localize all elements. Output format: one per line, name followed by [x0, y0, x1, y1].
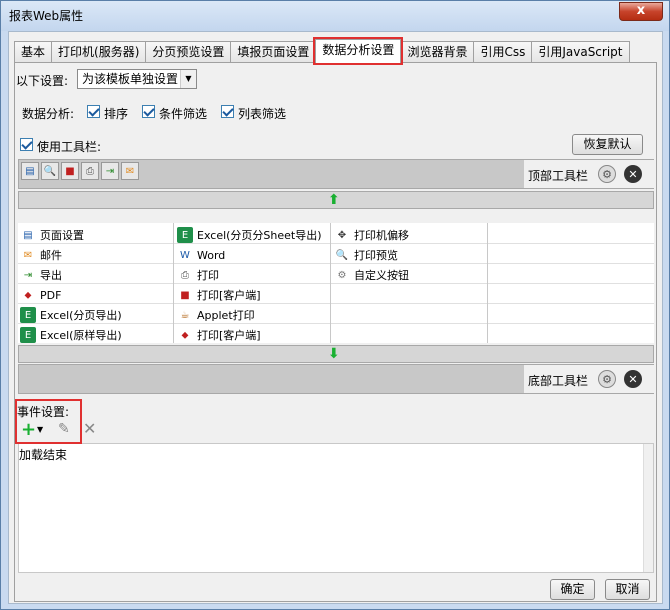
ok-button[interactable]: 确定 [550, 579, 595, 600]
delete-icon[interactable]: ✕ [83, 419, 96, 438]
sort-checkbox[interactable] [87, 105, 100, 118]
bottom-toolbar-label: 底部工具栏 [528, 374, 589, 388]
bottom-toolbar: 底部工具栏 ⚙ ✕ [18, 364, 655, 394]
print-icon: ⎙ [181, 269, 189, 281]
arrow-down-icon: ⬇ [328, 346, 340, 362]
tab-fill-page[interactable]: 填报页面设置 [230, 41, 317, 63]
dialog-window: 报表Web属性 x 基本 打印机(服务器) 分页预览设置 填报页面设置 数据分析… [0, 0, 670, 610]
list-item[interactable]: 加载结束 [19, 446, 67, 463]
tab-data-analysis[interactable]: 数据分析设置 [313, 37, 404, 65]
tab-javascript[interactable]: 引用JavaScript [531, 41, 630, 63]
applet-icon: ☕ [180, 309, 190, 321]
use-toolbar-checkbox[interactable] [20, 138, 33, 151]
title-bar: 报表Web属性 x [1, 1, 669, 31]
list-item[interactable]: ☕ Applet打印 [175, 305, 255, 325]
pdf-icon: ⬥ [24, 289, 32, 301]
export-icon: ⇥ [23, 269, 33, 281]
list-item[interactable]: E Excel(分页分Sheet导出) [175, 225, 322, 245]
flash-print-icon[interactable]: ■ [61, 162, 79, 180]
dialog-body: 基本 打印机(服务器) 分页预览设置 填报页面设置 数据分析设置 浏览器背景 引… [8, 31, 663, 604]
events-list: 加载结束 [18, 443, 654, 573]
settings-area: 以下设置: 为该模板单独设置 ▼ 数据分析: 排序 条件筛选 列表筛选 使用工具… [15, 63, 656, 601]
tab-panel: 以下设置: 为该模板单独设置 ▼ 数据分析: 排序 条件筛选 列表筛选 使用工具… [14, 62, 657, 602]
gear-icon: ⚙ [337, 269, 347, 281]
condition-filter-checkbox[interactable] [142, 105, 155, 118]
window-title: 报表Web属性 [9, 9, 84, 23]
bottom-toolbar-controls: 底部工具栏 ⚙ ✕ [524, 365, 655, 393]
sort-label: 排序 [104, 107, 129, 121]
move-icon: ✥ [337, 229, 347, 241]
close-icon[interactable]: ✕ [624, 165, 642, 183]
email-icon: ✉ [23, 249, 33, 261]
analysis-label: 数据分析: [22, 107, 75, 121]
move-up-bar[interactable]: ⬆ [18, 191, 654, 209]
scope-label: 以下设置: [16, 74, 69, 88]
print-preview-icon: 🔍 [335, 249, 349, 261]
list-item[interactable]: E Excel(原样导出) [18, 325, 122, 345]
scope-select[interactable]: 为该模板单独设置 ▼ [77, 69, 197, 89]
tab-css[interactable]: 引用Css [473, 41, 533, 63]
tab-basic[interactable]: 基本 [14, 41, 53, 63]
list-item[interactable]: ▤ 页面设置 [18, 225, 84, 245]
list-item[interactable]: ■ 打印[客户端] [175, 285, 260, 305]
list-filter-label: 列表筛选 [238, 107, 287, 121]
tab-printer-server[interactable]: 打印机(服务器) [51, 41, 147, 63]
top-toolbar-label: 顶部工具栏 [528, 169, 589, 183]
scrollbar[interactable] [643, 444, 653, 572]
restore-default-button[interactable]: 恢复默认 [572, 134, 643, 155]
gear-icon[interactable]: ⚙ [598, 370, 616, 388]
cancel-button[interactable]: 取消 [605, 579, 650, 600]
highlight-box [15, 399, 82, 444]
print-icon[interactable]: ⎙ [81, 162, 99, 180]
flash-print-icon: ■ [180, 289, 190, 301]
export-icon[interactable]: ⇥ [101, 162, 119, 180]
list-item[interactable]: 🔍 打印预览 [332, 245, 398, 265]
excel-icon: E [20, 327, 36, 343]
list-item[interactable]: ⇥ 导出 [18, 265, 62, 285]
tab-strip: 基本 打印机(服务器) 分页预览设置 填报页面设置 数据分析设置 浏览器背景 引… [14, 37, 630, 65]
list-item[interactable]: ⬥ 打印[客户端] [175, 325, 261, 345]
condition-filter-label: 条件筛选 [159, 107, 208, 121]
use-toolbar-label: 使用工具栏: [37, 140, 102, 154]
print-preview-icon[interactable]: 🔍 [41, 162, 59, 180]
pdf-print-icon: ⬥ [181, 329, 189, 341]
close-button[interactable]: x [619, 2, 663, 21]
tab-page-preview[interactable]: 分页预览设置 [145, 41, 232, 63]
arrow-up-icon: ⬆ [328, 192, 340, 208]
list-item[interactable]: ⎙ 打印 [175, 265, 219, 285]
gear-icon[interactable]: ⚙ [598, 165, 616, 183]
tab-browser-background[interactable]: 浏览器背景 [400, 41, 475, 63]
list-item[interactable]: E Excel(分页导出) [18, 305, 122, 325]
list-item[interactable]: W Word [175, 245, 225, 265]
top-toolbar-controls: 顶部工具栏 ⚙ ✕ [524, 160, 655, 188]
excel-icon: E [20, 307, 36, 323]
list-item[interactable]: ⬥ PDF [18, 285, 62, 305]
chevron-down-icon: ▼ [180, 70, 196, 88]
close-icon[interactable]: ✕ [624, 370, 642, 388]
email-icon[interactable]: ✉ [121, 162, 139, 180]
page-setup-icon: ▤ [23, 229, 33, 241]
top-toolbar: ▤ 🔍 ■ ⎙ ⇥ ✉ 顶部工具栏 ⚙ ✕ [18, 159, 655, 189]
toolbar-items-grid: ▤ 页面设置 ✉ 邮件 ⇥ 导出 ⬥ PDF E Excel(分页导出) E Excel(原… [18, 223, 654, 343]
top-toolbar-icons: ▤ 🔍 ■ ⎙ ⇥ ✉ [21, 162, 139, 180]
list-item[interactable]: ✉ 邮件 [18, 245, 62, 265]
excel-icon: E [177, 227, 193, 243]
list-item[interactable]: ✥ 打印机偏移 [332, 225, 409, 245]
move-down-bar[interactable]: ⬇ [18, 345, 654, 363]
page-setup-icon[interactable]: ▤ [21, 162, 39, 180]
word-icon: W [180, 249, 190, 261]
list-filter-checkbox[interactable] [221, 105, 234, 118]
list-item[interactable]: ⚙ 自定义按钮 [332, 265, 409, 285]
